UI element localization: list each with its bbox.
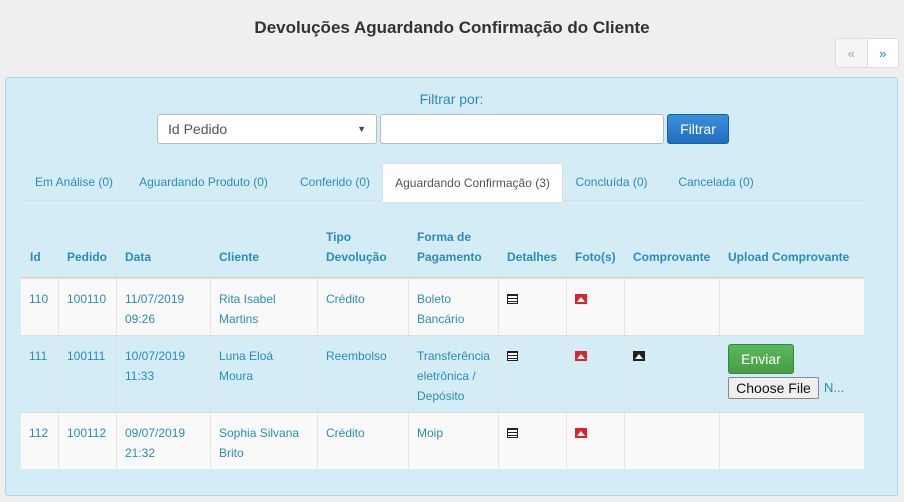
cell-id: 110 <box>29 292 49 306</box>
table-row: 111 100111 10/07/2019 11:33 Luna Eloá Mo… <box>21 335 864 412</box>
cell-tipo: Crédito <box>317 413 408 469</box>
column-header-cliente: Cliente <box>210 220 317 276</box>
cell-fotos <box>566 279 624 335</box>
table-row: 112 100112 09/07/2019 21:32 Sophia Silva… <box>21 412 864 469</box>
cell-upload <box>719 279 864 335</box>
tab-aguardando-produto[interactable]: Aguardando Produto (0) <box>131 163 276 201</box>
cell-fotos <box>566 413 624 469</box>
cell-tipo: Crédito <box>317 279 408 335</box>
table-row: 110 100110 11/07/2019 09:26 Rita Isabel … <box>21 278 864 335</box>
cell-pagamento: Transferência eletrônica / Depósito <box>408 336 498 412</box>
cell-id: 111 <box>29 349 48 363</box>
cell-comprovante <box>624 336 719 412</box>
page-title: Devoluções Aguardando Confirmação do Cli… <box>254 18 650 37</box>
cell-pagamento: Moip <box>408 413 498 469</box>
choose-file-button[interactable]: Choose File <box>728 377 819 399</box>
cell-detalhes <box>498 279 566 335</box>
document-list-icon[interactable] <box>507 351 518 361</box>
tab-conferido[interactable]: Conferido (0) <box>287 163 383 201</box>
document-list-icon[interactable] <box>507 294 518 304</box>
cell-comprovante <box>624 413 719 469</box>
cell-upload: Enviar Choose File N... <box>719 336 864 412</box>
cell-cliente: Luna Eloá Moura <box>210 336 317 412</box>
chevron-down-icon: ▼ <box>357 124 366 134</box>
filter-select-value: Id Pedido <box>168 121 228 137</box>
file-upload-control: Choose File N... <box>728 377 856 399</box>
status-tabs: Em Análise (0) Aguardando Produto (0) Co… <box>21 163 864 202</box>
table-header-row: Id Pedido Data Cliente Tipo Devolução Fo… <box>21 220 864 278</box>
pager: « » <box>835 38 899 68</box>
filter-field-select[interactable]: Id Pedido ▼ <box>157 114 377 144</box>
cell-cliente: Sophia Silvana Brito <box>210 413 317 469</box>
photo-icon[interactable] <box>575 351 587 361</box>
column-header-pagamento: Forma de Pagamento <box>408 220 498 276</box>
image-icon[interactable] <box>633 351 645 361</box>
column-header-detalhes: Detalhes <box>498 220 566 276</box>
returns-panel: Filtrar por: Id Pedido ▼ Filtrar Em Anál… <box>5 77 898 496</box>
cell-comprovante <box>624 279 719 335</box>
send-receipt-button[interactable]: Enviar <box>728 344 794 374</box>
tab-aguardando-confirmacao[interactable]: Aguardando Confirmação (3) <box>382 163 563 202</box>
cell-pedido: 100110 <box>58 279 116 335</box>
photo-icon[interactable] <box>575 428 587 438</box>
cell-pedido: 100111 <box>58 336 116 412</box>
cell-pagamento: Boleto Bancário <box>408 279 498 335</box>
column-header-id: Id <box>21 220 58 276</box>
cell-data: 09/07/2019 21:32 <box>116 413 210 469</box>
cell-data: 11/07/2019 09:26 <box>116 279 210 335</box>
cell-fotos <box>566 336 624 412</box>
pager-prev-button[interactable]: « <box>835 38 868 68</box>
column-header-fotos: Foto(s) <box>566 220 624 276</box>
column-header-comprovante: Comprovante <box>624 220 719 276</box>
cell-detalhes <box>498 336 566 412</box>
column-header-data: Data <box>116 220 210 276</box>
cell-upload <box>719 413 864 469</box>
photo-icon[interactable] <box>575 294 587 304</box>
pager-next-button[interactable]: » <box>867 38 899 68</box>
cell-cliente: Rita Isabel Martins <box>210 279 317 335</box>
filter-label: Filtrar por: <box>419 91 484 107</box>
cell-tipo: Reembolso <box>317 336 408 412</box>
file-name-label: N... <box>824 380 845 395</box>
filter-value-input[interactable] <box>380 114 664 144</box>
filter-button[interactable]: Filtrar <box>667 114 729 144</box>
tab-em-analise[interactable]: Em Análise (0) <box>21 163 127 201</box>
cell-pedido: 100112 <box>58 413 116 469</box>
cell-id: 112 <box>29 426 49 440</box>
document-list-icon[interactable] <box>507 428 518 438</box>
tab-concluida[interactable]: Concluída (0) <box>569 163 654 201</box>
cell-data: 10/07/2019 11:33 <box>116 336 210 412</box>
tab-cancelada[interactable]: Cancelada (0) <box>666 163 766 201</box>
cell-detalhes <box>498 413 566 469</box>
column-header-upload: Upload Comprovante <box>719 220 864 276</box>
column-header-tipo: Tipo Devolução <box>317 220 408 276</box>
column-header-pedido: Pedido <box>58 220 116 276</box>
